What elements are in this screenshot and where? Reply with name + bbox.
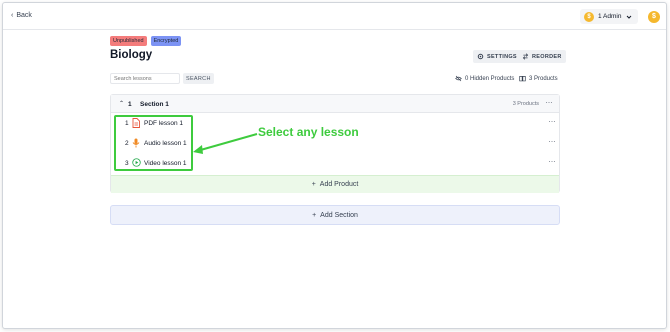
search-input[interactable] [110, 73, 180, 84]
coin-icon: $ [584, 11, 594, 22]
lesson-more-icon[interactable]: ⋯ [549, 138, 557, 146]
chevron-down-icon [626, 15, 631, 19]
add-product-label: Add Product [319, 181, 359, 188]
section-number: 1 [128, 101, 132, 108]
book-icon [519, 76, 526, 82]
microphone-icon [132, 138, 140, 148]
hidden-products-toggle[interactable]: 0 Hidden Products [455, 75, 514, 82]
page-title: Biology [110, 49, 153, 61]
top-bar: ‹ Back $ 1 Admin $ [3, 3, 666, 30]
add-section-label: Add Section [320, 211, 358, 219]
section-name: Section 1 [140, 101, 169, 108]
annotation-arrow [193, 133, 258, 154]
admin-dropdown[interactable]: $ 1 Admin [580, 9, 638, 24]
lesson-name: PDF lesson 1 [144, 120, 184, 127]
lesson-row[interactable]: 3 Video lesson 1 ⋯ [111, 154, 559, 174]
pdf-icon [132, 118, 140, 128]
section-card: ⌃ 1 Section 1 3 Products ⋯ 1 PDF lesson … [110, 94, 560, 193]
chevron-up-icon[interactable]: ⌃ [119, 100, 124, 107]
lesson-more-icon[interactable]: ⋯ [549, 158, 557, 166]
status-badges: Unpublished Encrypted [110, 36, 182, 46]
reorder-label: REORDER [532, 53, 562, 60]
add-product-button[interactable]: + Add Product [111, 175, 559, 193]
hidden-products-label: 0 Hidden Products [465, 75, 515, 82]
plus-icon: + [312, 211, 317, 219]
lesson-number: 2 [125, 140, 129, 147]
search-button[interactable]: SEARCH [183, 73, 214, 84]
settings-label: SETTINGS [487, 53, 517, 60]
eye-off-icon [455, 75, 462, 82]
admin-label: 1 Admin [598, 13, 622, 20]
lesson-name: Audio lesson 1 [144, 140, 187, 147]
play-circle-icon [132, 158, 141, 167]
reorder-icon [522, 53, 529, 60]
section-product-count: 3 Products [512, 101, 539, 107]
annotation-text: Select any lesson [258, 125, 359, 139]
unpublished-badge: Unpublished [110, 36, 147, 46]
back-label: Back [16, 12, 32, 19]
lesson-number: 3 [125, 160, 129, 167]
settings-button[interactable]: SETTINGS [473, 50, 521, 63]
lesson-name: Video lesson 1 [144, 160, 187, 167]
reorder-button[interactable]: REORDER [518, 50, 566, 63]
app-window: ‹ Back $ 1 Admin $ Unpublished Encrypted… [2, 2, 667, 329]
back-link[interactable]: ‹ Back [11, 12, 32, 19]
chevron-left-icon: ‹ [11, 12, 14, 19]
products-count: 3 Products [519, 75, 558, 82]
add-section-button[interactable]: + Add Section [110, 205, 560, 225]
gear-icon [477, 53, 484, 60]
products-label: 3 Products [529, 75, 558, 82]
lesson-more-icon[interactable]: ⋯ [549, 118, 557, 126]
lesson-number: 1 [125, 120, 129, 127]
encrypted-badge: Encrypted [150, 36, 182, 46]
section-header[interactable]: ⌃ 1 Section 1 3 Products ⋯ [111, 95, 559, 113]
user-avatar[interactable]: $ [648, 11, 660, 23]
section-more-icon[interactable]: ⋯ [546, 99, 554, 107]
plus-icon: + [311, 181, 316, 188]
